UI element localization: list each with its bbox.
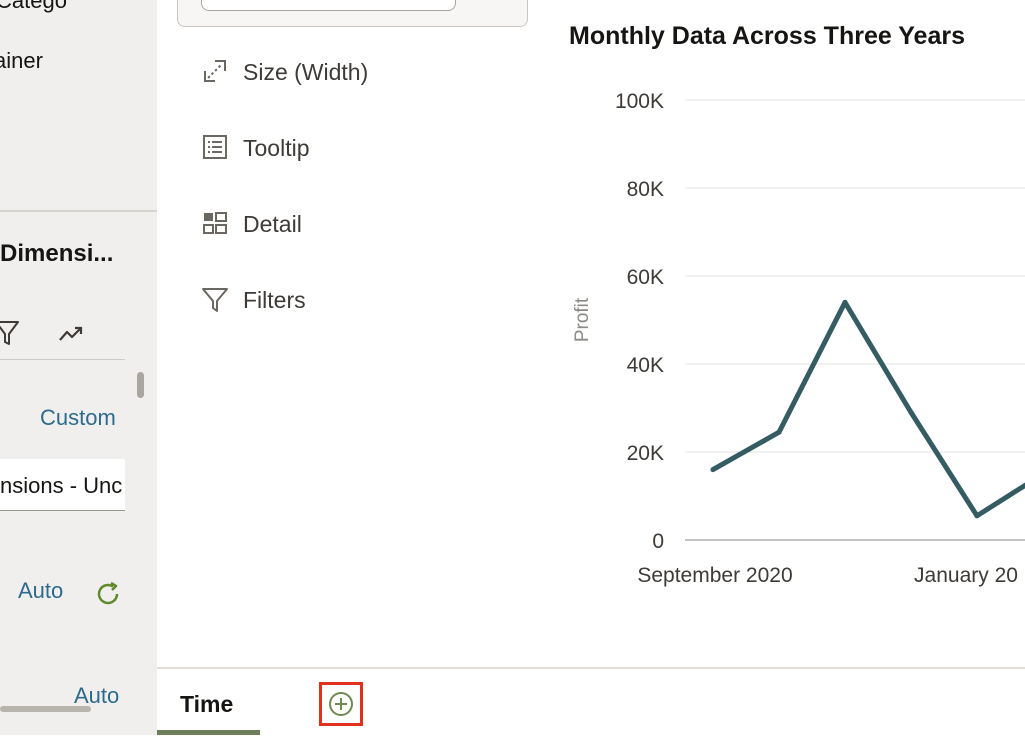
- filter-icon[interactable]: [0, 318, 22, 348]
- drop-target-field[interactable]: [201, 0, 456, 11]
- canvas-tab-bar: Time: [157, 667, 1025, 737]
- y-tick-label: 40K: [627, 354, 664, 377]
- data-point: [975, 513, 980, 518]
- x-tick-label: January 20: [914, 564, 1018, 587]
- active-tab-indicator: [157, 730, 260, 735]
- line-chart[interactable]: 100K 80K 60K 40K 20K 0 Profit September 2020 Jan…: [550, 0, 1025, 667]
- data-point: [843, 300, 848, 305]
- y-axis-label: Profit: [572, 297, 593, 342]
- y-tick-label: 80K: [627, 178, 664, 201]
- y-tick-label: 20K: [627, 442, 664, 465]
- sort-dropdown-value: nsions - Unc: [0, 473, 122, 499]
- auto-value[interactable]: Auto: [18, 578, 63, 604]
- filters-icon: [201, 285, 229, 313]
- chart-canvas[interactable]: Monthly Data Across Three Years 100K80K6…: [550, 0, 1025, 667]
- trend-icon[interactable]: [58, 322, 86, 346]
- sort-by-value[interactable]: Custom: [40, 405, 116, 431]
- grammar-row-label: Tooltip: [243, 135, 309, 162]
- x-tick-label: September 2020: [637, 564, 792, 587]
- size-width-icon: [201, 57, 229, 85]
- section-title: Dimensi...: [0, 240, 113, 268]
- tab-time[interactable]: Time: [157, 669, 260, 735]
- property-row-category[interactable]: Catego: [0, 0, 67, 14]
- y-tick-label: 0: [652, 530, 664, 553]
- grammar-row-label: Filters: [243, 287, 306, 314]
- vertical-scrollbar[interactable]: [137, 372, 144, 398]
- y-tick-label: 60K: [627, 266, 664, 289]
- icon-row-divider: [0, 359, 125, 360]
- data-point: [711, 467, 716, 472]
- series-line: [713, 302, 1025, 515]
- data-point: [777, 430, 782, 435]
- data-point: [909, 410, 914, 415]
- grammar-row-label: Size (Width): [243, 59, 368, 86]
- property-row-container[interactable]: ainer: [0, 48, 43, 74]
- horizontal-scrollbar[interactable]: [0, 706, 91, 712]
- panel-divider: [0, 210, 157, 212]
- detail-icon: [201, 209, 229, 237]
- tab-time-label: Time: [180, 691, 233, 718]
- add-canvas-button[interactable]: [319, 682, 363, 726]
- refresh-icon[interactable]: [95, 580, 123, 608]
- y-tick-label: 100K: [615, 90, 664, 113]
- grammar-panel: Size (Width) Tooltip Detail Filters: [157, 0, 550, 667]
- sort-dropdown[interactable]: nsions - Unc: [0, 459, 125, 511]
- drop-target-card[interactable]: [177, 0, 528, 27]
- grammar-row-label: Detail: [243, 211, 302, 238]
- properties-panel: Catego ainer o Dimensi... Custom nsions …: [0, 0, 157, 735]
- add-icon: [328, 691, 354, 717]
- tooltip-icon: [201, 133, 229, 161]
